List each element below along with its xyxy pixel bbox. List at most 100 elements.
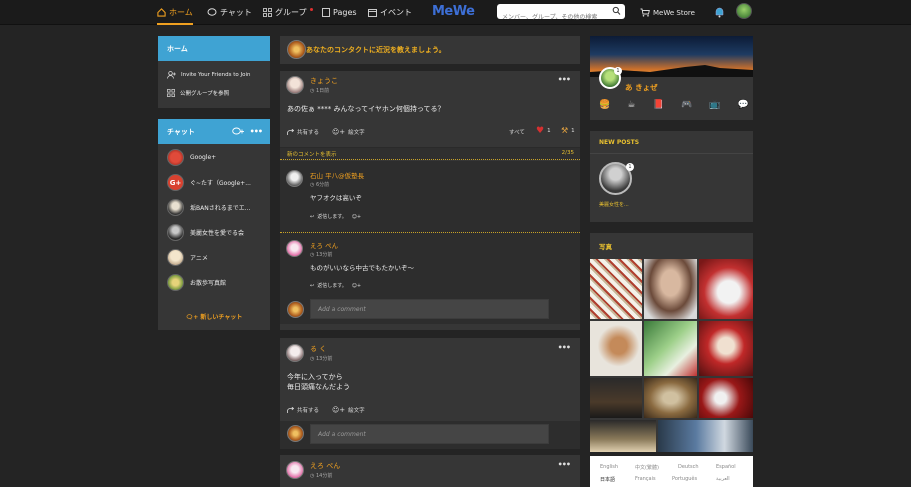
broken-heart-icon: ♥ — [536, 126, 545, 136]
emoji-add-icon[interactable]: ☺+ — [352, 214, 361, 220]
comment-author-name[interactable]: 石山 平八@仮塾長 — [310, 170, 364, 180]
language-option[interactable]: Français — [635, 476, 656, 482]
comment-count: 2/35 — [561, 150, 574, 156]
speech-bubble-icon[interactable]: 💬 — [738, 100, 749, 110]
more-options-icon[interactable]: ••• — [250, 127, 263, 136]
nav-pages[interactable]: Pages — [322, 0, 357, 25]
post-more-options-icon[interactable]: ••• — [558, 460, 571, 469]
post-author-name[interactable]: えろ ぺん — [310, 461, 340, 471]
language-option[interactable]: العربية — [716, 476, 730, 482]
store-link[interactable]: MeWe Store — [640, 0, 695, 25]
post-author-avatar[interactable] — [286, 461, 304, 479]
photo-thumbnail[interactable] — [699, 259, 753, 319]
banner-avatar — [287, 40, 306, 59]
chat-item-ban[interactable]: 垢BANされるまでエ... — [167, 199, 250, 216]
post-author-avatar[interactable] — [286, 76, 304, 94]
chat-item-gutasu[interactable]: G+ ぐ~たす（Google+... — [167, 174, 251, 191]
reaction-hammer[interactable]: ⚒ 1 — [561, 126, 575, 135]
nav-chat[interactable]: チャット — [207, 0, 252, 25]
new-posts-panel: NEW POSTS 1 美麗女性を... — [590, 131, 753, 222]
post-author-avatar[interactable] — [286, 344, 304, 362]
profile-name[interactable]: あ きょぜ — [625, 82, 658, 93]
comment-author-avatar[interactable] — [286, 170, 303, 187]
photo-thumbnail[interactable] — [658, 420, 753, 452]
emoji-button[interactable]: ☺+ 絵文字 — [332, 406, 365, 414]
comment-author-avatar[interactable] — [286, 240, 303, 257]
teacup-icon[interactable]: ☕ — [627, 100, 635, 110]
sidebar-home-panel: Invite Your Friends to Join 公開グループを参照 — [158, 61, 270, 108]
status-prompt-banner[interactable]: あなたのコンタクトに近況を教えましょう。 — [280, 36, 580, 64]
chat-item-photo-walk[interactable]: お散歩写真館 — [167, 274, 226, 291]
nav-events[interactable]: イベント — [368, 0, 412, 25]
sidebar-home-header[interactable]: ホーム — [158, 36, 270, 61]
invite-friends-link[interactable]: Invite Your Friends to Join — [167, 71, 250, 79]
burger-icon[interactable]: 🍔 — [599, 100, 610, 110]
photo-thumbnail[interactable] — [644, 378, 697, 418]
emoji-button[interactable]: ☺+ 絵文字 — [332, 128, 365, 136]
emoji-add-icon[interactable]: ☺+ — [352, 283, 361, 289]
status-prompt-text: あなたのコンタクトに近況を教えましょう。 — [306, 46, 446, 54]
new-posts-divider — [590, 153, 753, 154]
language-option[interactable]: Español — [716, 464, 736, 470]
photo-thumbnail[interactable] — [590, 378, 642, 418]
user-avatar[interactable] — [736, 3, 752, 19]
chat-item-googleplus[interactable]: Google+ — [167, 149, 216, 166]
search-box[interactable] — [497, 4, 625, 25]
public-groups-link[interactable]: 公開グループを参照 — [167, 89, 229, 97]
sidebar-chat-header[interactable]: チャット ••• — [158, 119, 270, 144]
photo-thumbnail[interactable] — [699, 321, 753, 376]
photo-thumbnail[interactable] — [644, 321, 697, 376]
language-option[interactable]: 中文(繁體) — [635, 464, 659, 471]
add-user-icon — [167, 71, 176, 79]
search-icon[interactable] — [612, 5, 621, 17]
chat-avatar — [167, 199, 184, 216]
comment-author-name[interactable]: えろ ぺん — [310, 240, 338, 250]
language-option[interactable]: Deutsch — [678, 464, 699, 470]
post-author-name[interactable]: る く — [310, 344, 326, 354]
commenter-avatar — [287, 301, 304, 318]
mewe-logo[interactable]: MeWe — [432, 4, 475, 19]
chat-item-label: 美麗女性を愛でる会 — [190, 230, 245, 237]
tv-icon[interactable]: 📺 — [709, 100, 720, 110]
new-chat-button[interactable]: 🗨+ 新しいチャット — [158, 312, 270, 321]
reactions-all-label: すべて — [509, 130, 525, 136]
reply-button[interactable]: ↩ 返信します。 ☺+ — [310, 282, 361, 290]
post-more-options-icon[interactable]: ••• — [558, 343, 571, 352]
show-new-comments-bar[interactable]: 新のコメントを表示 2/35 — [280, 147, 580, 160]
comments-section: 石山 平八@仮塾長 ◷ 6分前 ヤフオクは高いぞ ↩ 返信します。 ☺+ えろ … — [280, 161, 580, 324]
chat-item-anime[interactable]: アニメ — [167, 249, 208, 266]
language-option[interactable]: English — [600, 464, 618, 470]
photo-thumbnail[interactable] — [590, 321, 642, 376]
chat-avatar: G+ — [167, 174, 184, 191]
post-author-name[interactable]: きょうこ — [310, 76, 338, 86]
photo-thumbnail[interactable] — [590, 259, 642, 319]
gamepad-icon[interactable]: 🎮 — [681, 100, 692, 110]
comment-input[interactable]: Add a comment — [310, 299, 549, 319]
new-post-label[interactable]: 美麗女性を... — [599, 201, 629, 208]
reaction-heart[interactable]: ♥ 1 — [536, 126, 551, 136]
photo-thumbnail[interactable] — [699, 378, 753, 418]
photo-thumbnail[interactable] — [590, 420, 656, 452]
search-input[interactable] — [497, 10, 605, 25]
share-button[interactable]: 共有する — [287, 128, 319, 136]
emoji-label: 絵文字 — [348, 130, 365, 136]
show-new-comments-label: 新のコメントを表示 — [287, 152, 337, 158]
bell-icon[interactable] — [714, 6, 725, 18]
chat-item-beauty[interactable]: 美麗女性を愛でる会 — [167, 224, 244, 241]
reactions-all-button[interactable]: すべて — [509, 128, 525, 136]
language-option-selected[interactable]: 日本語 — [600, 476, 615, 483]
new-chat-icon[interactable] — [231, 127, 244, 136]
top-navigation-bar: ホーム チャット グループ Pages イベント MeWe MeWe Store — [0, 0, 911, 25]
comment-body: ヤフオクは高いぞ — [310, 194, 362, 202]
comment-input[interactable]: Add a comment — [310, 424, 549, 444]
nav-home[interactable]: ホーム — [157, 0, 193, 25]
nav-groups[interactable]: グループ — [263, 0, 313, 25]
reply-icon: ↩ — [310, 282, 315, 289]
photo-thumbnail[interactable] — [644, 259, 697, 319]
language-option[interactable]: Português — [672, 476, 697, 482]
reply-button[interactable]: ↩ 返信します。 ☺+ — [310, 213, 361, 221]
post-more-options-icon[interactable]: ••• — [558, 75, 571, 84]
share-icon — [287, 128, 294, 135]
share-button[interactable]: 共有する — [287, 406, 319, 414]
book-icon[interactable]: 📕 — [653, 100, 664, 110]
